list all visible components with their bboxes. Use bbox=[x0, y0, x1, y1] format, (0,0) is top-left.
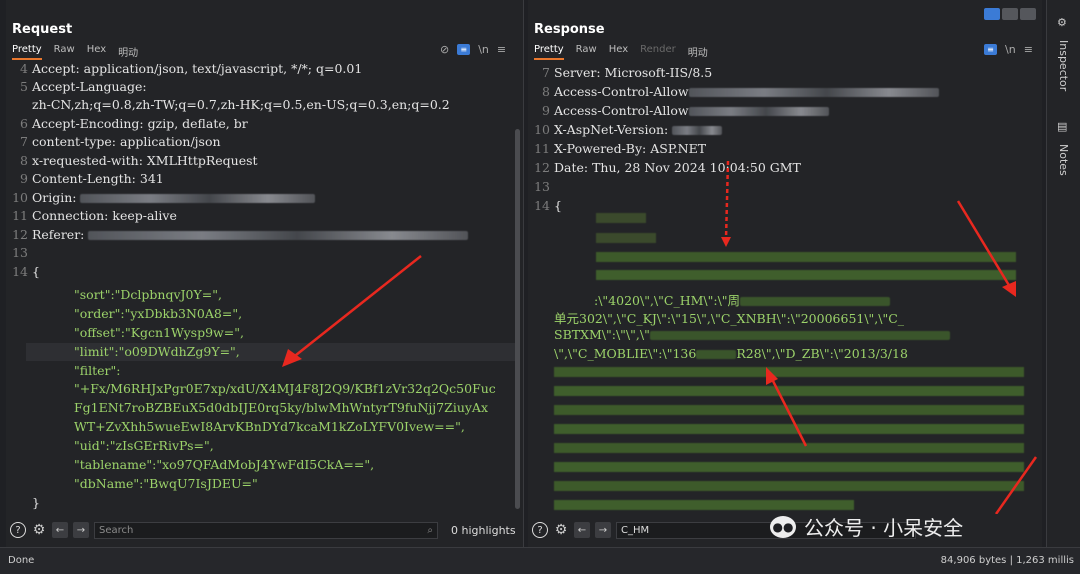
previous-icon[interactable]: ← bbox=[52, 522, 68, 538]
request-title: Request bbox=[12, 22, 73, 37]
search-placeholder: Search bbox=[99, 524, 134, 536]
response-tabs: Pretty Raw Hex Render 明动 bbox=[534, 44, 708, 60]
json-tablename: "tablename":"xo97QFAdMobJ4YwFdI5CkA==", bbox=[74, 457, 375, 472]
header-line: Content-Length: 341 bbox=[32, 171, 164, 186]
json-dbname: "dbName":"BwqU7IsJDEU=" bbox=[74, 476, 258, 491]
tab-hex[interactable]: Hex bbox=[87, 44, 106, 60]
line-number: 11 bbox=[12, 208, 28, 223]
status-bar: Done 84,906 bytes | 1,263 millis bbox=[0, 547, 1080, 574]
line-number: 6 bbox=[20, 116, 28, 131]
red-arrow bbox=[282, 255, 422, 367]
json-uid: "uid":"zIsGErRivPs=", bbox=[74, 438, 214, 453]
newline-icon[interactable]: \n bbox=[1005, 43, 1016, 56]
json-sort: "sort":"DclpbnqvJ0Y=", bbox=[74, 287, 222, 302]
watermark-text: 公众号 · 小呆安全 bbox=[804, 516, 964, 540]
watermark: ●● 公众号 · 小呆安全 bbox=[770, 512, 963, 541]
help-icon[interactable]: ? bbox=[532, 522, 548, 538]
notes-icon[interactable]: ▤ bbox=[1057, 120, 1067, 133]
redacted-value bbox=[80, 194, 316, 203]
redacted-value bbox=[88, 231, 469, 240]
json-limit: "limit":"o09DWdhZg9Y=", bbox=[74, 344, 240, 359]
line-number: 4 bbox=[20, 61, 28, 76]
help-icon[interactable]: ? bbox=[10, 522, 26, 538]
highlights-count: 0 highlights bbox=[451, 523, 516, 537]
header-line: Accept-Encoding: gzip, deflate, br bbox=[32, 116, 248, 131]
header-line-origin: Origin: bbox=[32, 190, 316, 205]
sliders-icon[interactable]: ⚙ bbox=[1057, 16, 1067, 29]
line-number: 14 bbox=[12, 264, 28, 279]
header-line: Accept: application/json, text/javascrip… bbox=[32, 61, 363, 76]
tab-extra[interactable]: 明动 bbox=[688, 44, 708, 60]
line-number: 8 bbox=[20, 153, 28, 168]
menu-icon[interactable]: ≡ bbox=[1024, 43, 1033, 56]
search-icon: ⌕ bbox=[427, 524, 433, 536]
header-line: Connection: keep-alive bbox=[32, 208, 177, 223]
newline-icon[interactable]: \n bbox=[478, 43, 489, 56]
response-editor[interactable]: 7 Server: Microsoft-IIS/8.5 8 Access-Con… bbox=[528, 61, 1042, 514]
menu-icon[interactable]: ≡ bbox=[497, 43, 506, 56]
header-text: Origin: bbox=[32, 190, 81, 205]
hide-icon[interactable]: ⊘ bbox=[440, 43, 449, 56]
tab-raw[interactable]: Raw bbox=[54, 44, 75, 60]
settings-icon[interactable]: ⚙ bbox=[553, 522, 569, 538]
annotation-arrows bbox=[721, 160, 1038, 514]
tab-pretty[interactable]: Pretty bbox=[12, 44, 42, 60]
request-editor[interactable]: 4 Accept: application/json, text/javascr… bbox=[6, 61, 523, 514]
inspector-tab[interactable]: Inspector bbox=[1057, 40, 1070, 91]
response-toolbar-icons: ≡ \n ≡ bbox=[984, 43, 1033, 56]
request-pane: Request Pretty Raw Hex 明动 ⊘ ≡ \n ≡ 4 Acc… bbox=[6, 0, 524, 547]
request-tabs: Pretty Raw Hex 明动 bbox=[12, 44, 138, 60]
response-pane: Response Pretty Raw Hex Render 明动 ≡ \n ≡… bbox=[528, 0, 1042, 547]
next-icon[interactable]: → bbox=[73, 522, 89, 538]
settings-icon[interactable]: ⚙ bbox=[31, 522, 47, 538]
request-scrollbar[interactable] bbox=[515, 129, 520, 509]
header-line: Accept-Language: bbox=[32, 79, 147, 94]
json-filter-value: Fg1ENt7roBZBEuX5d0dbIJE0rq5ky/blwMhWntyr… bbox=[74, 400, 489, 415]
tab-extra[interactable]: 明动 bbox=[118, 44, 138, 60]
json-filter-value: "+Fx/M6RHJxPgr0E7xp/xdU/X4MJ4F8J2Q9/KBf1… bbox=[74, 381, 496, 396]
notes-tab[interactable]: Notes bbox=[1057, 144, 1070, 176]
format-icon[interactable]: ≡ bbox=[457, 44, 471, 55]
json-offset: "offset":"Kgcn1Wysp9w=", bbox=[74, 325, 244, 340]
wechat-icon: ●● bbox=[770, 515, 796, 538]
line-number: 5 bbox=[20, 79, 28, 94]
response-stats: 84,906 bytes | 1,263 millis bbox=[940, 555, 1074, 566]
request-search-bar: ? ⚙ ← → Search ⌕ 0 highlights bbox=[6, 518, 523, 542]
json-open-brace: { bbox=[32, 264, 40, 279]
inspector-sidebar: ⚙ Inspector ▤ Notes bbox=[1046, 0, 1080, 547]
json-filter-value: WT+ZvXhh5wueEwI8ArvKBnDYd7kcaM1kZoLYFV0I… bbox=[74, 419, 465, 434]
tab-hex[interactable]: Hex bbox=[609, 44, 628, 60]
split-vertical-icon[interactable] bbox=[1002, 8, 1018, 20]
request-toolbar-icons: ⊘ ≡ \n ≡ bbox=[440, 43, 506, 56]
header-line: x-requested-with: XMLHttpRequest bbox=[32, 153, 258, 168]
line-number: 13 bbox=[12, 245, 28, 260]
previous-icon[interactable]: ← bbox=[574, 522, 590, 538]
line-number: 9 bbox=[20, 171, 28, 186]
layout-toggle[interactable] bbox=[984, 8, 1036, 20]
tab-raw[interactable]: Raw bbox=[576, 44, 597, 60]
line-number: 10 bbox=[12, 190, 28, 205]
tab-pretty[interactable]: Pretty bbox=[534, 44, 564, 60]
search-input[interactable]: Search ⌕ bbox=[94, 521, 438, 539]
json-filter-key: "filter": bbox=[74, 363, 121, 378]
header-text: Referer: bbox=[32, 227, 89, 242]
line-number: 12 bbox=[12, 227, 28, 242]
header-line-referer: Referer: bbox=[32, 227, 469, 242]
split-horizontal-icon[interactable] bbox=[984, 8, 1000, 20]
search-value: C_HM bbox=[621, 524, 650, 536]
single-pane-icon[interactable] bbox=[1020, 8, 1036, 20]
next-icon[interactable]: → bbox=[595, 522, 611, 538]
json-order: "order":"yxDbkb3N0A8=", bbox=[74, 306, 243, 321]
response-title: Response bbox=[534, 22, 605, 37]
header-line: content-type: application/json bbox=[32, 134, 221, 149]
json-close-brace: } bbox=[32, 495, 40, 510]
status-text: Done bbox=[8, 555, 35, 566]
tab-render[interactable]: Render bbox=[640, 44, 676, 60]
header-line: zh-CN,zh;q=0.8,zh-TW;q=0.7,zh-HK;q=0.5,e… bbox=[32, 97, 450, 112]
format-icon[interactable]: ≡ bbox=[984, 44, 997, 55]
line-number: 7 bbox=[20, 134, 28, 149]
